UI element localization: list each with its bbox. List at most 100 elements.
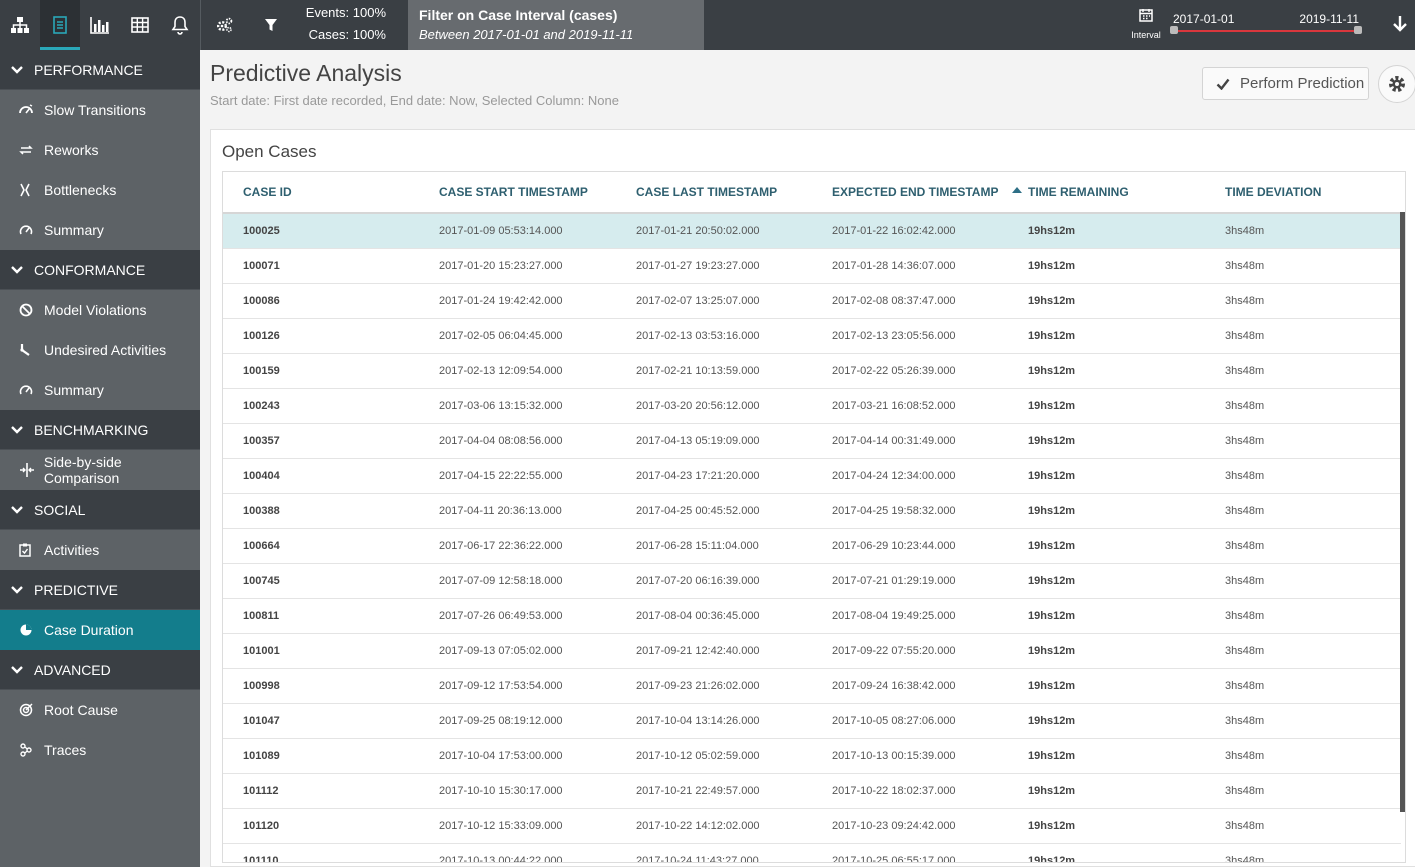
traces-icon (19, 743, 41, 757)
table-row[interactable]: 100998 2017-09-12 17:53:54.000 2017-09-23 … (223, 668, 1401, 704)
table-scrollbar[interactable] (1400, 212, 1405, 812)
section-predictive[interactable]: PREDICTIVE (0, 570, 200, 610)
cell-case-id: 100404 (223, 458, 419, 494)
document-icon[interactable] (40, 0, 80, 50)
cogs-icon[interactable] (204, 0, 244, 50)
table-row[interactable]: 100025 2017-01-09 05:53:14.000 2017-01-21 … (223, 213, 1401, 249)
open-cases-table: CASE ID CASE START TIMESTAMP CASE LAST T… (223, 172, 1401, 862)
cell-time-remaining: 19hs12m (1008, 668, 1205, 704)
sidebar-item-reworks[interactable]: Reworks (0, 130, 200, 170)
bar-chart-icon[interactable] (80, 0, 120, 50)
bell-icon[interactable] (160, 0, 200, 50)
range-start-label: 2017-01-01 (1173, 12, 1235, 26)
section-label: PREDICTIVE (34, 581, 119, 598)
sidebar-item-root-cause[interactable]: Root Cause (0, 690, 200, 730)
cell-expected-end: 2017-10-23 09:24:42.000 (812, 808, 1008, 844)
sidebar-item-traces[interactable]: Traces (0, 730, 200, 770)
sidebar-item-undesired-activities[interactable]: Undesired Activities (0, 330, 200, 370)
column-header-time-remaining[interactable]: TIME REMAINING (1008, 172, 1205, 214)
table-row[interactable]: 101001 2017-09-13 07:05:02.000 2017-09-21 … (223, 633, 1401, 669)
cell-case-id: 101112 (223, 773, 419, 809)
cell-case-start: 2017-10-04 17:53:00.000 (419, 738, 616, 774)
cell-case-id: 101001 (223, 633, 419, 669)
sidebar-item-side-by-side-comparison[interactable]: Side-by-side Comparison (0, 450, 200, 490)
column-header-case-id[interactable]: CASE ID (223, 172, 419, 214)
sidebar-item-bottlenecks[interactable]: Bottlenecks (0, 170, 200, 210)
cell-case-start: 2017-10-13 00:44:22.000 (419, 843, 616, 862)
section-social[interactable]: SOCIAL (0, 490, 200, 530)
filter-icon[interactable] (251, 0, 291, 50)
cell-time-deviation: 3hs48m (1205, 703, 1401, 739)
cell-case-start: 2017-01-09 05:53:14.000 (419, 213, 616, 249)
cell-case-last: 2017-02-21 10:13:59.000 (616, 353, 812, 389)
cell-time-remaining: 19hs12m (1008, 808, 1205, 844)
section-conformance[interactable]: CONFORMANCE (0, 250, 200, 290)
table-row[interactable]: 101089 2017-10-04 17:53:00.000 2017-10-12 … (223, 738, 1401, 774)
chevron-down-icon (0, 65, 34, 74)
table-row[interactable]: 100664 2017-06-17 22:36:22.000 2017-06-28 … (223, 528, 1401, 564)
table-row[interactable]: 100745 2017-07-09 12:58:18.000 2017-07-20 … (223, 563, 1401, 599)
table-row[interactable]: 100086 2017-01-24 19:42:42.000 2017-02-07 … (223, 283, 1401, 319)
cell-time-remaining: 19hs12m (1008, 318, 1205, 354)
table-header-row: CASE ID CASE START TIMESTAMP CASE LAST T… (223, 172, 1401, 214)
range-start-handle[interactable] (1170, 26, 1178, 34)
cell-case-last: 2017-10-12 05:02:59.000 (616, 738, 812, 774)
sidebar-item-label: Summary (44, 382, 104, 398)
sidebar: PERFORMANCE Slow Transitions Reworks Bot… (0, 50, 200, 867)
section-benchmarking[interactable]: BENCHMARKING (0, 410, 200, 450)
cell-case-start: 2017-10-12 15:33:09.000 (419, 808, 616, 844)
cell-time-deviation: 3hs48m (1205, 773, 1401, 809)
divider (200, 0, 201, 50)
cell-time-remaining: 19hs12m (1008, 773, 1205, 809)
table-row[interactable]: 100404 2017-04-15 22:22:55.000 2017-04-23 … (223, 458, 1401, 494)
sidebar-item-activities[interactable]: Activities (0, 530, 200, 570)
table-row[interactable]: 100388 2017-04-11 20:36:13.000 2017-04-25 … (223, 493, 1401, 529)
table-row[interactable]: 101120 2017-10-12 15:33:09.000 2017-10-22 … (223, 808, 1401, 844)
sidebar-item-slow-transitions[interactable]: Slow Transitions (0, 90, 200, 130)
column-header-case-last[interactable]: CASE LAST TIMESTAMP (616, 172, 812, 214)
cell-case-id: 101089 (223, 738, 419, 774)
sidebar-item-label: Side-by-side Comparison (43, 454, 122, 486)
sidebar-item-model-violations[interactable]: Model Violations (0, 290, 200, 330)
table-row[interactable]: 101112 2017-10-10 15:30:17.000 2017-10-21 … (223, 773, 1401, 809)
undesired-icon (19, 343, 41, 357)
section-advanced[interactable]: ADVANCED (0, 650, 200, 690)
table-row[interactable]: 100159 2017-02-13 12:09:54.000 2017-02-21 … (223, 353, 1401, 389)
cell-case-last: 2017-08-04 00:36:45.000 (616, 598, 812, 634)
column-header-time-deviation[interactable]: TIME DEVIATION (1205, 172, 1401, 214)
column-header-expected-end[interactable]: EXPECTED END TIMESTAMP (812, 172, 1023, 214)
cell-case-start: 2017-01-24 19:42:42.000 (419, 283, 616, 319)
settings-button[interactable] (1378, 65, 1415, 103)
table-row[interactable]: 100811 2017-07-26 06:49:53.000 2017-08-04 … (223, 598, 1401, 634)
table-row[interactable]: 100243 2017-03-06 13:15:32.000 2017-03-20 … (223, 388, 1401, 424)
target-icon (19, 703, 41, 717)
date-range-slider[interactable]: 2017-01-01 2019-11-11 (1170, 10, 1362, 40)
cell-time-remaining: 19hs12m (1008, 283, 1205, 319)
cell-expected-end: 2017-04-14 00:31:49.000 (812, 423, 1008, 459)
range-end-handle[interactable] (1354, 26, 1362, 34)
cell-case-id: 100998 (223, 668, 419, 704)
sidebar-item-conformance-summary[interactable]: Summary (0, 370, 200, 410)
column-header-case-start[interactable]: CASE START TIMESTAMP (419, 172, 616, 214)
sidebar-item-performance-summary[interactable]: Summary (0, 210, 200, 250)
arrow-down-icon[interactable] (1392, 14, 1408, 39)
filter-subtitle: Between 2017-01-01 and 2019-11-11 (419, 27, 634, 42)
active-filter[interactable]: Filter on Case Interval (cases) Between … (408, 0, 704, 50)
section-performance[interactable]: PERFORMANCE (0, 50, 200, 90)
table-row[interactable]: 101047 2017-09-25 08:19:12.000 2017-10-04 … (223, 703, 1401, 739)
compare-icon (19, 463, 41, 477)
interval-control[interactable]: Interval (1128, 8, 1164, 40)
cell-time-deviation: 3hs48m (1205, 808, 1401, 844)
table-row[interactable]: 100126 2017-02-05 06:04:45.000 2017-02-13 … (223, 318, 1401, 354)
table-icon[interactable] (120, 0, 160, 50)
perform-prediction-button[interactable]: Perform Prediction (1202, 67, 1369, 100)
sidebar-item-case-duration[interactable]: Case Duration (0, 610, 200, 650)
range-end-label: 2019-11-11 (1299, 12, 1359, 26)
cell-expected-end: 2017-09-22 07:55:20.000 (812, 633, 1008, 669)
process-map-icon[interactable] (0, 0, 40, 50)
chevron-down-icon (0, 425, 34, 434)
table-row[interactable]: 101110 2017-10-13 00:44:22.000 2017-10-24 … (223, 843, 1401, 862)
table-row[interactable]: 100071 2017-01-20 15:23:27.000 2017-01-27 … (223, 248, 1401, 284)
cell-expected-end: 2017-02-13 23:05:56.000 (812, 318, 1008, 354)
table-row[interactable]: 100357 2017-04-04 08:08:56.000 2017-04-13 … (223, 423, 1401, 459)
